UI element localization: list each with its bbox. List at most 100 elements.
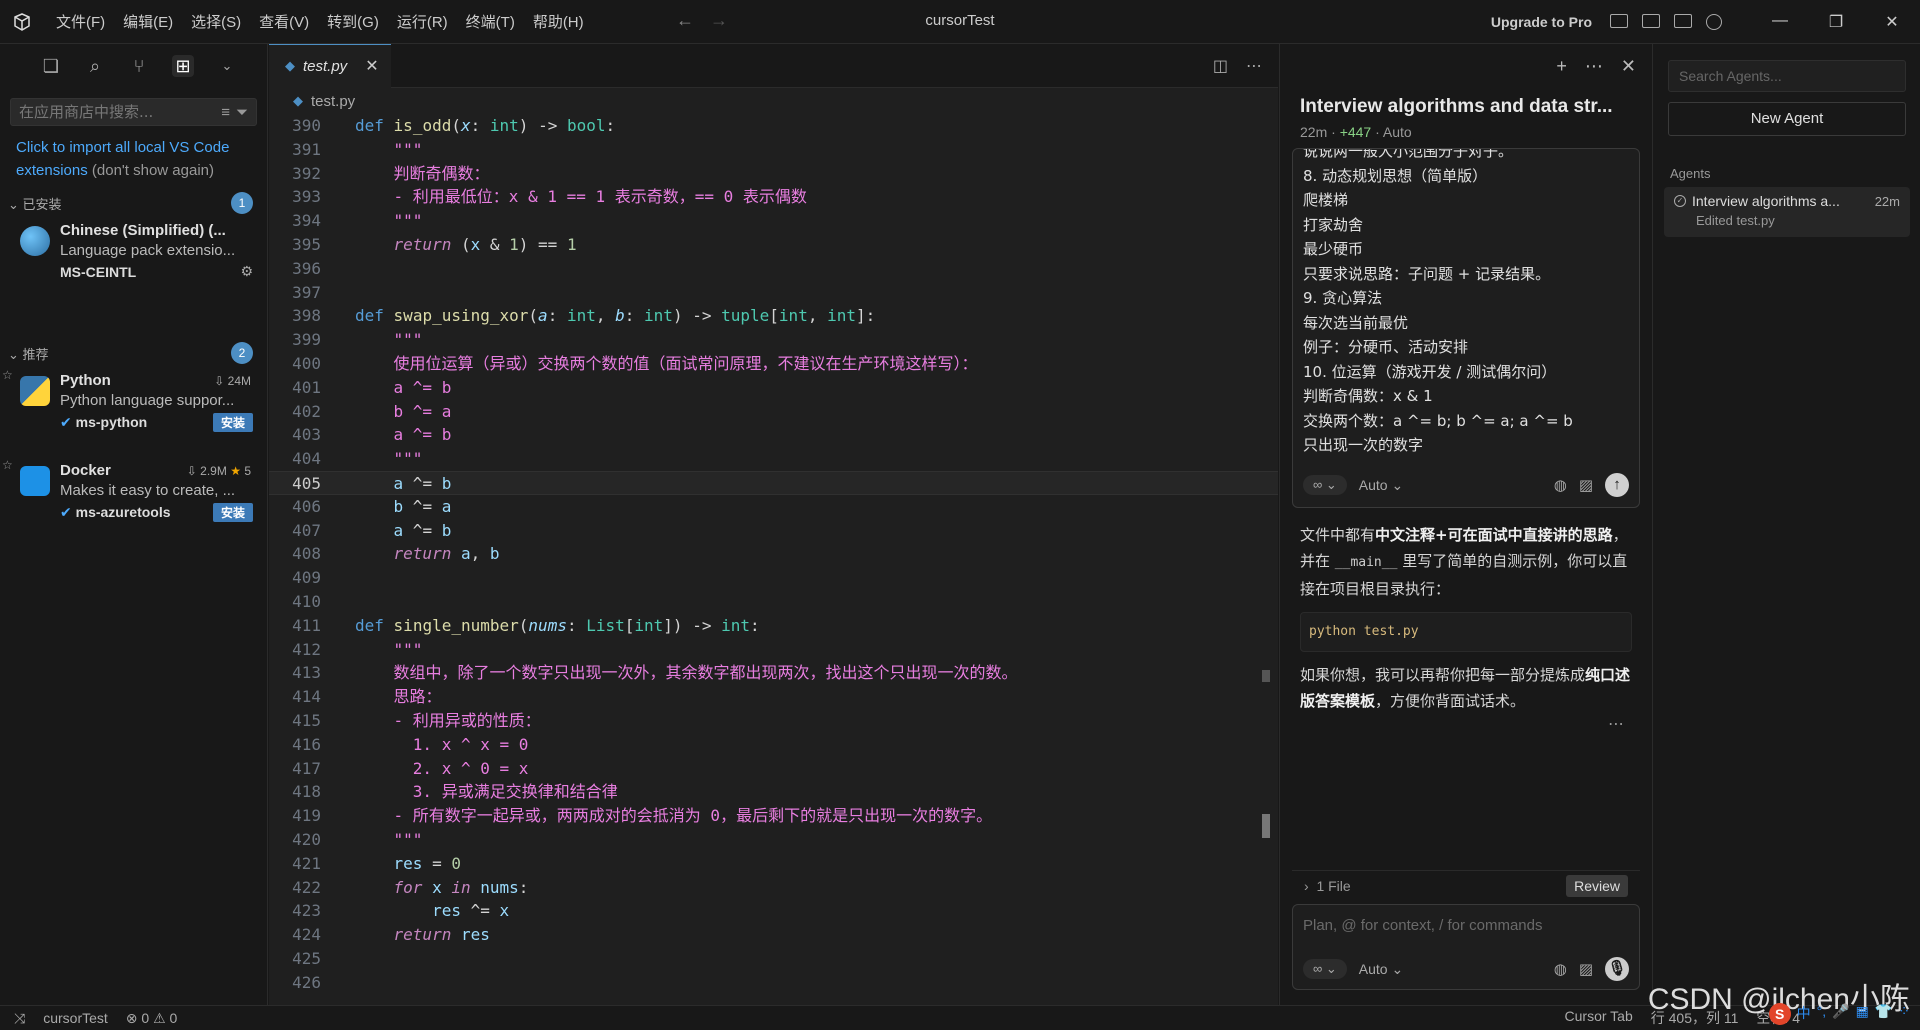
ime-voice-icon[interactable]: 🎤 (1832, 1003, 1849, 1025)
extension-desc: Python language suppor... (60, 392, 235, 409)
code-line: 391 """ (292, 139, 423, 159)
agent-mode-selector[interactable]: ∞ ⌄ (1303, 475, 1347, 495)
message-more-icon[interactable]: ⋯ (1280, 714, 1652, 734)
image-icon[interactable]: ▨ (1579, 476, 1593, 494)
message-controls: ∞ ⌄ Auto ⌄ ◍ ▨ ↑ (1303, 471, 1629, 499)
chevron-down-icon[interactable]: ⌄ (216, 55, 238, 77)
tab-test-py[interactable]: ◆ test.py ✕ (269, 43, 391, 88)
chat-input[interactable] (1293, 905, 1639, 946)
extension-search-input[interactable] (19, 103, 216, 121)
extension-name: Chinese (Simplified) (... (60, 222, 226, 239)
minimize-icon[interactable]: — (1752, 12, 1808, 32)
activity-bar: ❏ ⌕ ⑂ ⊞ ⌄ (0, 44, 267, 88)
ime-grid-icon[interactable]: ⁘ (1898, 1003, 1910, 1025)
close-window-icon[interactable]: ✕ (1864, 12, 1920, 32)
menu-file[interactable]: 文件(F) (48, 7, 113, 36)
split-editor-icon[interactable]: ◫ (1213, 56, 1228, 76)
settings-gear-icon[interactable] (1706, 14, 1722, 30)
problems-indicator[interactable]: ⊗ 0 ⚠ 0 (126, 1010, 178, 1027)
extension-item-python[interactable]: ☆ Python ⇩ 24M Python language suppor...… (0, 366, 267, 456)
agent-search (1668, 60, 1906, 92)
model-selector[interactable]: Auto ⌄ (1359, 961, 1403, 978)
filter-icon[interactable]: ⏷ (236, 104, 248, 121)
model-selector[interactable]: Auto ⌄ (1359, 477, 1403, 494)
agents-section-label: Agents (1670, 166, 1711, 181)
clear-filter-icon[interactable]: ≡ (221, 104, 230, 121)
install-button[interactable]: 安装 (212, 413, 253, 432)
user-message-box[interactable]: 说说两一般大小范围分子对子。 8. 动态规划思想（简单版） 爬楼梯 打家劫舍 最… (1292, 148, 1640, 508)
upgrade-button[interactable]: Upgrade to Pro (1491, 14, 1592, 30)
scrollbar-marker[interactable] (1262, 670, 1270, 682)
install-button[interactable]: 安装 (212, 503, 253, 522)
source-control-icon[interactable]: ⑂ (128, 55, 150, 77)
back-arrow-icon[interactable]: ← (676, 10, 694, 31)
changed-files-row[interactable]: › 1 File Review (1292, 870, 1640, 900)
restore-icon[interactable]: ❐ (1808, 12, 1864, 32)
toggle-panel-icon[interactable] (1642, 14, 1660, 28)
code-line: 401 a ^= b (292, 377, 452, 397)
more-icon[interactable]: ⋯ (1585, 56, 1603, 77)
globe-icon[interactable]: ◍ (1554, 960, 1567, 978)
ime-punctuation[interactable]: °, (1817, 1003, 1827, 1025)
extension-item-docker[interactable]: ☆ Docker ⇩ 2.9M ★ 5 Makes it easy to cre… (0, 456, 267, 546)
code-line: 400 使用位运算（异或）交换两个数的值（面试常问原理，不建议在生产环境这样写）… (292, 353, 978, 373)
menu-run[interactable]: 运行(R) (389, 7, 456, 36)
code-line: 414 思路： (292, 687, 442, 707)
editor-area: ◆ test.py ✕ ◫ ⋯ ◆ test.py 390 def is_odd(… (269, 43, 1278, 1005)
explorer-icon[interactable]: ❏ (40, 55, 62, 77)
dont-show-again-link[interactable]: (don't show again) (92, 162, 214, 179)
forward-arrow-icon[interactable]: → (710, 10, 728, 31)
recommended-section-header[interactable]: ⌄ 推荐 2 (0, 340, 267, 366)
installed-section-header[interactable]: ⌄ 已安装 1 (0, 190, 267, 216)
scrollbar-thumb[interactable] (1262, 814, 1270, 838)
agent-search-input[interactable] (1679, 68, 1895, 84)
manage-gear-icon[interactable]: ⚙ (240, 263, 253, 280)
review-button[interactable]: Review (1566, 874, 1628, 897)
remote-icon[interactable]: ⤨ (14, 1010, 25, 1027)
cursor-logo-icon[interactable] (0, 0, 44, 44)
menu-selection[interactable]: 选择(S) (183, 7, 249, 36)
send-icon[interactable]: ↑ (1605, 473, 1629, 497)
close-panel-icon[interactable]: ✕ (1621, 56, 1636, 77)
extension-item[interactable]: Chinese (Simplified) (... Language pack … (0, 216, 267, 306)
project-name[interactable]: cursorTest (43, 1010, 108, 1026)
code-line: 407 a ^= b (292, 520, 452, 540)
command-code-block[interactable]: python test.py (1300, 612, 1632, 652)
chevron-down-icon: ⌄ (8, 196, 23, 212)
code-line: 423 res ^= x (292, 901, 510, 921)
download-count: ⇩ 24M (214, 374, 251, 388)
toggle-sidebar-icon[interactable] (1610, 14, 1628, 28)
microphone-icon[interactable]: 🎙 (1605, 957, 1629, 981)
window-controls: — ❐ ✕ (1752, 12, 1920, 32)
extension-publisher-row: MS-CEINTL ⚙ (60, 263, 253, 280)
new-agent-button[interactable]: New Agent (1668, 102, 1906, 136)
code-line: 403 a ^= b (292, 425, 452, 445)
toggle-secondary-sidebar-icon[interactable] (1674, 14, 1692, 28)
ime-skin-icon[interactable]: 👕 (1875, 1003, 1892, 1025)
menu-go[interactable]: 转到(G) (319, 7, 387, 36)
code-line: 424 return res (292, 925, 490, 945)
image-icon[interactable]: ▨ (1579, 960, 1593, 978)
app-window: 文件(F) 编辑(E) 选择(S) 查看(V) 转到(G) 运行(R) 终端(T… (0, 0, 1920, 1030)
code-editor[interactable]: 390 def is_odd(x: int) -> bool: 391 """ 3… (269, 114, 1278, 994)
menu-help[interactable]: 帮助(H) (525, 7, 592, 36)
editor-actions: ◫ ⋯ (1213, 56, 1262, 76)
globe-icon[interactable]: ◍ (1554, 476, 1567, 494)
menu-view[interactable]: 查看(V) (251, 7, 317, 36)
menu-terminal[interactable]: 终端(T) (458, 7, 523, 36)
extensions-icon[interactable]: ⊞ (172, 55, 194, 77)
new-chat-icon[interactable]: + (1556, 56, 1567, 77)
breadcrumb-file[interactable]: test.py (311, 93, 355, 110)
sogou-ime-icon[interactable]: S (1768, 1003, 1791, 1025)
search-icon[interactable]: ⌕ (84, 55, 106, 77)
cursor-tab-status[interactable]: Cursor Tab (1565, 1008, 1633, 1028)
menu-edit[interactable]: 编辑(E) (115, 7, 181, 36)
ime-chinese-mode[interactable]: 中 (1797, 1003, 1811, 1025)
ime-keyboard-icon[interactable]: ▦ (1856, 1003, 1869, 1025)
python-logo-icon (20, 376, 50, 406)
code-line: 399 """ (292, 330, 423, 350)
more-actions-icon[interactable]: ⋯ (1246, 56, 1262, 76)
close-tab-icon[interactable]: ✕ (365, 56, 378, 76)
agent-mode-selector[interactable]: ∞ ⌄ (1303, 959, 1347, 979)
agent-list-item[interactable]: ✓ Interview algorithms a... 22m Edited t… (1664, 187, 1910, 237)
